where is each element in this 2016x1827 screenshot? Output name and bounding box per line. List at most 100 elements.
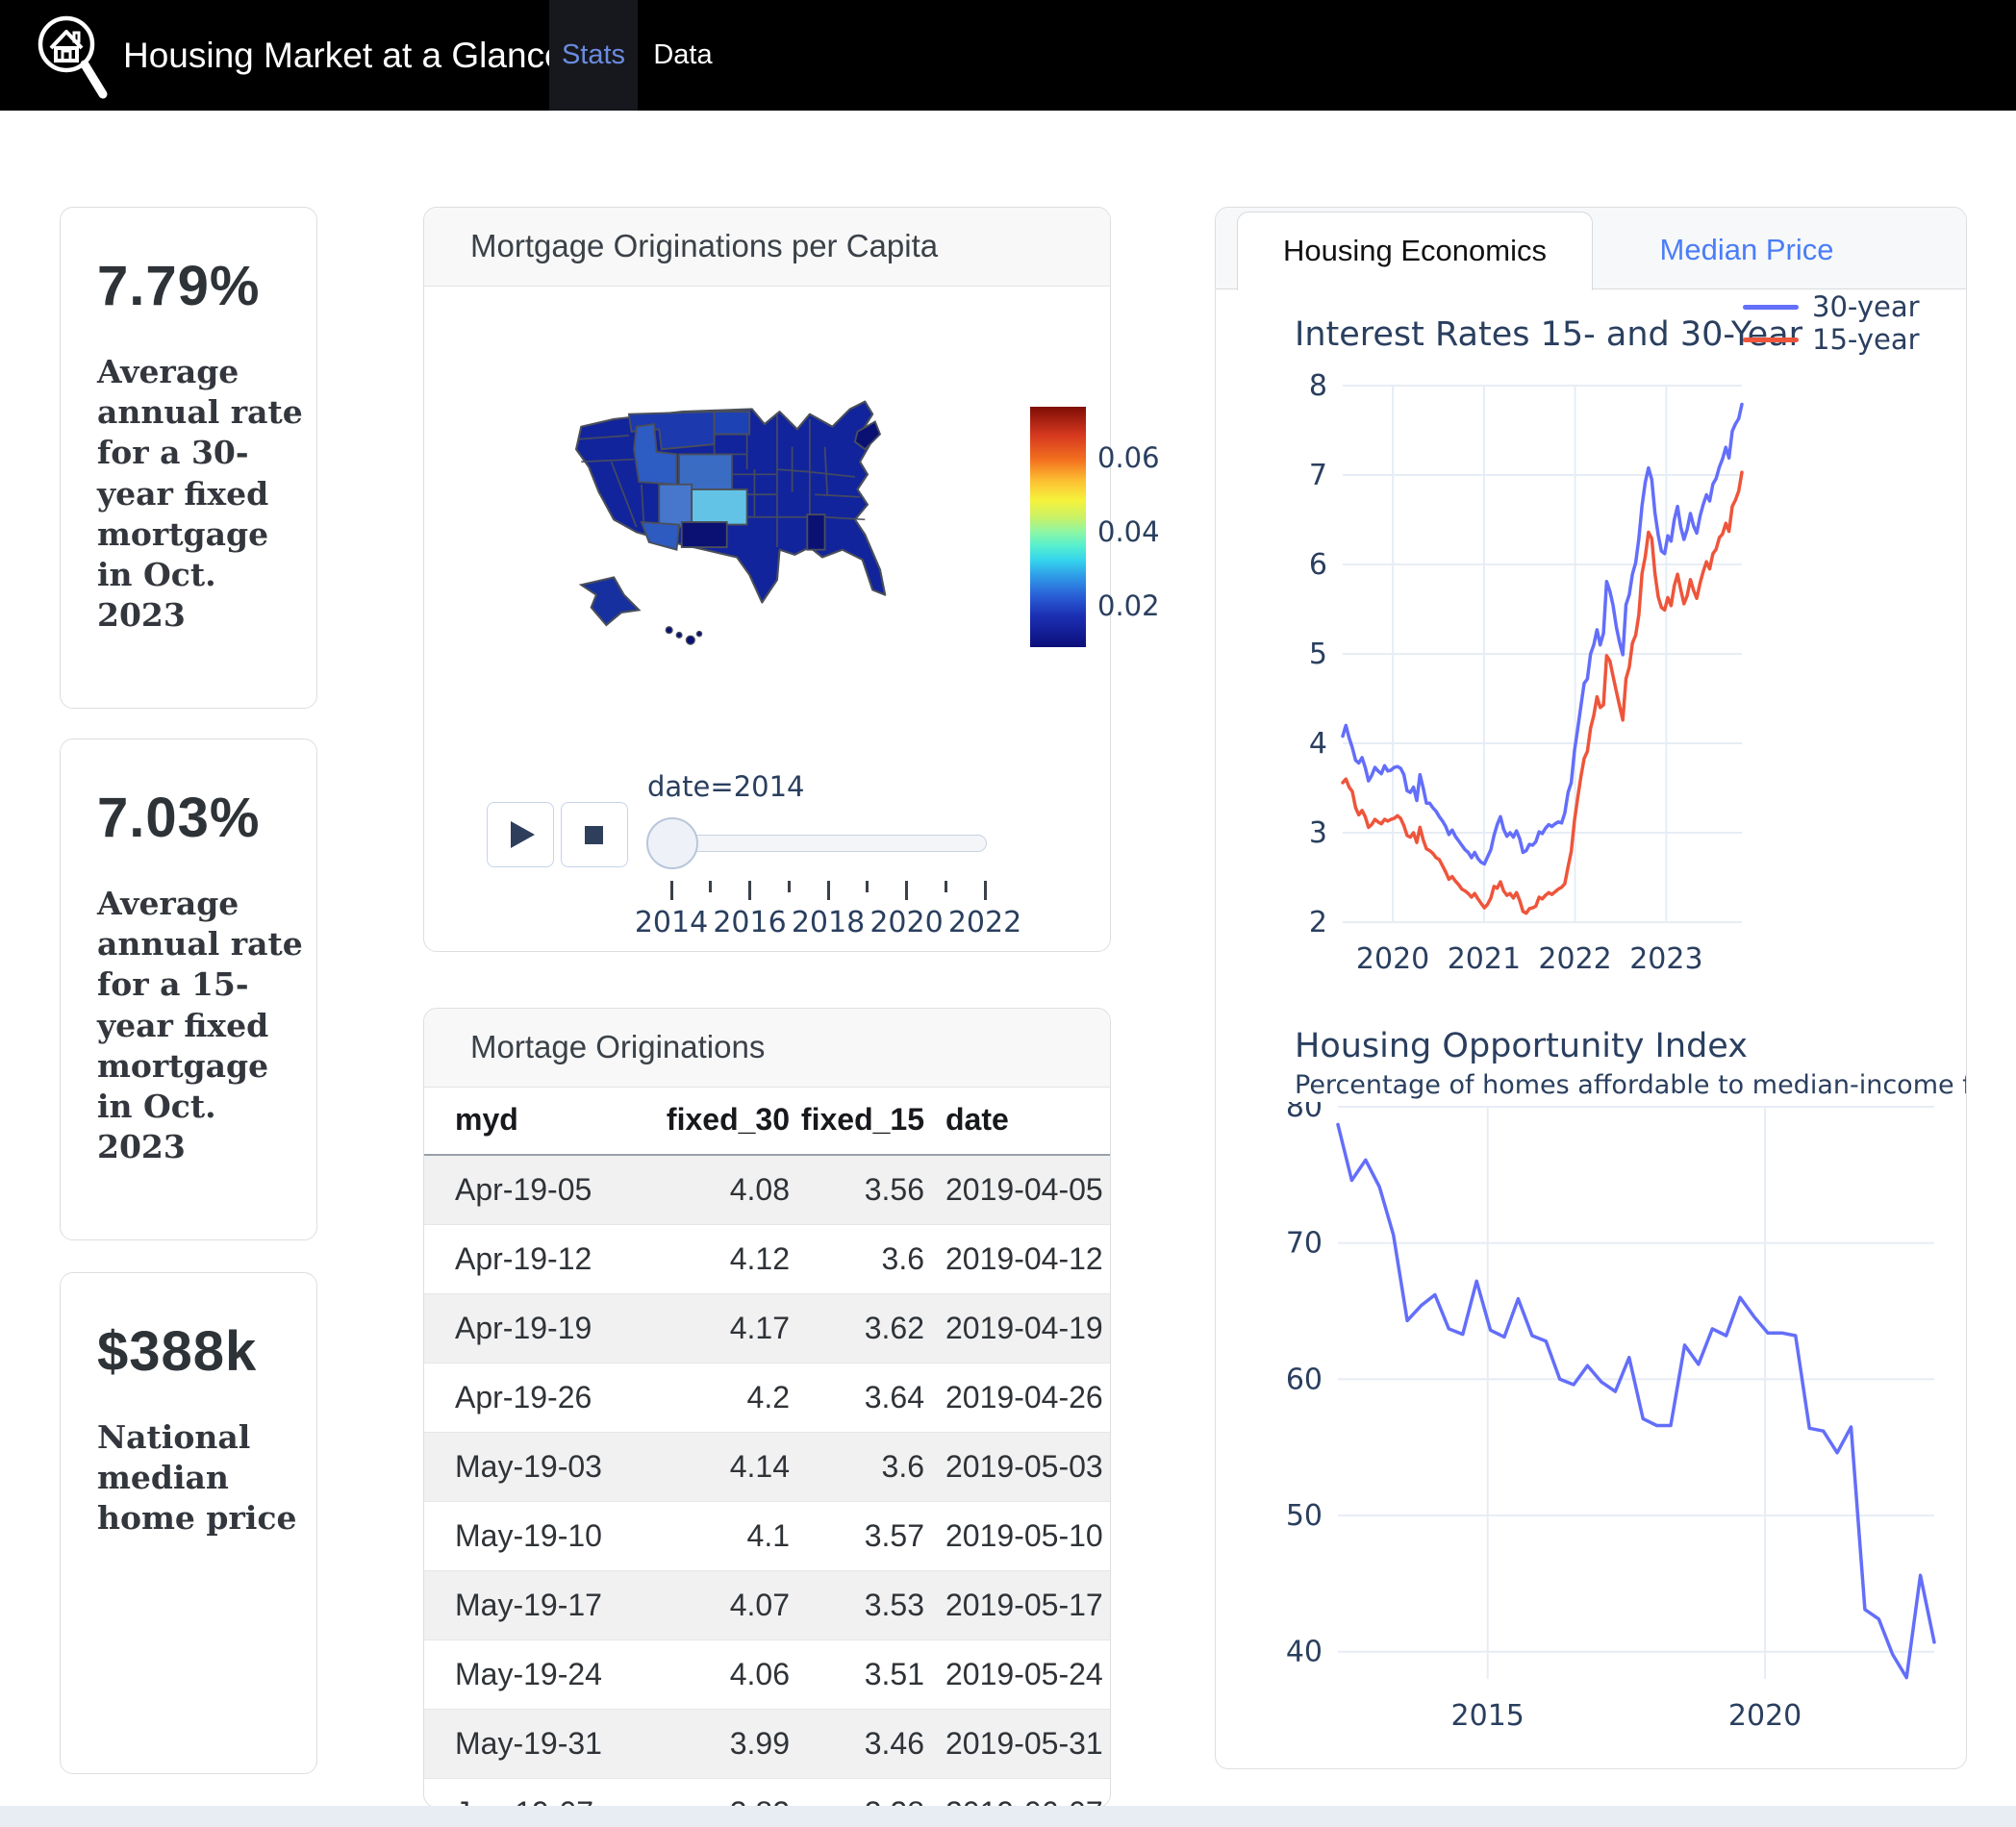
table-row: Apr-19-124.123.62019-04-12	[424, 1224, 1111, 1293]
play-button[interactable]	[487, 802, 554, 867]
housing-opportunity-chart: 40 50 60 70 8020152020	[1216, 1102, 1967, 1769]
cell-myd: Apr-19-05	[424, 1155, 665, 1224]
legend-item-15-year[interactable]: 15-year	[1743, 323, 1920, 356]
svg-text:4: 4	[1309, 727, 1327, 761]
slider-minor-tick	[866, 881, 869, 892]
hoi-chart-subtitle: Percentage of homes affordable to median…	[1295, 1070, 1966, 1100]
slider-minor-tick	[709, 881, 712, 892]
state-hawaii	[666, 627, 701, 644]
map-card: Mortgage Originations per Capita	[423, 207, 1111, 952]
cell-date: 2019-05-17	[924, 1570, 1111, 1639]
cell-myd: Apr-19-26	[424, 1363, 665, 1432]
page: Housing Market at a Glance Stats Data 7.…	[0, 0, 2016, 1827]
bottom-strip	[0, 1806, 2016, 1827]
table-card: Mortage Originations mydfixed_30fixed_15…	[423, 1008, 1111, 1808]
cell-fixed_30: 4.1	[665, 1501, 790, 1570]
cell-date: 2019-04-19	[924, 1293, 1111, 1363]
table-row: May-19-104.13.572019-05-10	[424, 1501, 1111, 1570]
cell-myd: Apr-19-12	[424, 1224, 665, 1293]
stat-card-15yr: 7.03% Average annual rate for a 15-year …	[60, 738, 317, 1240]
date-slider-track[interactable]	[652, 835, 987, 852]
cell-date: 2019-04-12	[924, 1224, 1111, 1293]
slider-major-tick	[984, 881, 987, 900]
date-slider-handle[interactable]	[646, 817, 698, 869]
slider-major-tick	[670, 881, 673, 900]
slider-minor-tick	[945, 881, 947, 892]
table-row: Apr-19-264.23.642019-04-26	[424, 1363, 1111, 1432]
legend-line-swatch	[1743, 305, 1799, 310]
cell-fixed_30: 4.12	[665, 1224, 790, 1293]
svg-text:2020: 2020	[1728, 1699, 1802, 1733]
state-arizona	[642, 522, 679, 550]
interest-chart-legend: 30-year15-year	[1743, 290, 1920, 356]
slider-date-label: date=2014	[647, 770, 805, 803]
svg-text:80: 80	[1286, 1102, 1323, 1124]
cell-fixed_30: 4.2	[665, 1363, 790, 1432]
legend-label: 30-year	[1812, 290, 1920, 323]
stat-value-30yr: 7.79%	[97, 254, 260, 318]
slider-major-tick	[827, 881, 830, 900]
svg-text:5: 5	[1309, 638, 1327, 671]
stat-desc-30yr: Average annual rate for a 30-year fixed …	[97, 352, 303, 637]
charts-tabstrip: Housing Economics Median Price	[1216, 208, 1966, 289]
cell-fixed_15: 3.64	[790, 1363, 924, 1432]
slider-tick-label: 2020	[864, 906, 950, 939]
cell-myd: May-19-17	[424, 1570, 665, 1639]
svg-text:2023: 2023	[1629, 942, 1702, 976]
app-title: Housing Market at a Glance	[123, 0, 565, 111]
cell-fixed_30: 3.99	[665, 1709, 790, 1778]
cell-myd: May-19-03	[424, 1432, 665, 1501]
legend-label: 15-year	[1812, 323, 1920, 356]
svg-text:6: 6	[1309, 548, 1327, 582]
colorbar-tick-label: 0.06	[1097, 441, 1203, 474]
mortgage-table: mydfixed_30fixed_15date Apr-19-054.083.5…	[424, 1086, 1111, 1808]
tab-housing-economics[interactable]: Housing Economics	[1237, 212, 1593, 290]
cell-fixed_15: 3.53	[790, 1570, 924, 1639]
interest-rates-chart: 2 3 4 5 6 7 82020202120222023	[1216, 352, 1967, 1025]
stat-value-15yr: 7.03%	[97, 786, 260, 850]
table-body: Apr-19-054.083.562019-04-05Apr-19-124.12…	[424, 1155, 1111, 1808]
cell-fixed_30: 3.82	[665, 1778, 790, 1808]
stat-desc-median-price: National median home price	[97, 1417, 303, 1539]
svg-text:50: 50	[1286, 1499, 1323, 1533]
nav-tab-data[interactable]: Data	[640, 0, 726, 111]
svg-text:40: 40	[1286, 1636, 1323, 1669]
cell-date: 2019-05-10	[924, 1501, 1111, 1570]
svg-text:8: 8	[1309, 369, 1327, 403]
map-card-title: Mortgage Originations per Capita	[424, 208, 1110, 285]
slider-tick-label: 2014	[628, 906, 715, 939]
table-row: May-19-244.063.512019-05-24	[424, 1639, 1111, 1709]
navbar: Housing Market at a Glance Stats Data	[0, 0, 2016, 111]
map-colorbar	[1030, 407, 1086, 647]
table-card-header: Mortage Originations	[424, 1009, 1110, 1088]
slider-tick-label: 2016	[707, 906, 794, 939]
state-north-dakota	[715, 412, 750, 435]
legend-item-30-year[interactable]: 30-year	[1743, 290, 1920, 323]
cell-fixed_30: 4.06	[665, 1639, 790, 1709]
stop-button[interactable]	[561, 802, 628, 867]
svg-text:2015: 2015	[1451, 1699, 1525, 1733]
us-choropleth-map[interactable]	[564, 395, 1016, 674]
cell-date: 2019-05-03	[924, 1432, 1111, 1501]
table-row: May-19-174.073.532019-05-17	[424, 1570, 1111, 1639]
slider-tick-label: 2022	[942, 906, 1028, 939]
cell-fixed_15: 3.6	[790, 1224, 924, 1293]
stat-card-median-price: $388k National median home price	[60, 1272, 317, 1774]
colorbar-tick-label: 0.02	[1097, 589, 1203, 622]
nav-tab-stats[interactable]: Stats	[549, 0, 638, 111]
tab-median-price[interactable]: Median Price	[1593, 212, 1901, 289]
slider-minor-tick	[788, 881, 791, 892]
stop-icon	[585, 826, 603, 844]
cell-fixed_15: 3.56	[790, 1155, 924, 1224]
slider-major-tick	[748, 881, 751, 900]
cell-fixed_15: 3.62	[790, 1293, 924, 1363]
stat-card-30yr: 7.79% Average annual rate for a 30-year …	[60, 207, 317, 709]
cell-fixed_15: 3.28	[790, 1778, 924, 1808]
slider-tick-label: 2018	[785, 906, 871, 939]
table-card-title: Mortage Originations	[424, 1009, 1110, 1086]
cell-myd: May-19-31	[424, 1709, 665, 1778]
table-row: Apr-19-054.083.562019-04-05	[424, 1155, 1111, 1224]
table-header-row: mydfixed_30fixed_15date	[424, 1086, 1111, 1155]
stat-value-median-price: $388k	[97, 1319, 257, 1384]
cell-fixed_30: 4.08	[665, 1155, 790, 1224]
